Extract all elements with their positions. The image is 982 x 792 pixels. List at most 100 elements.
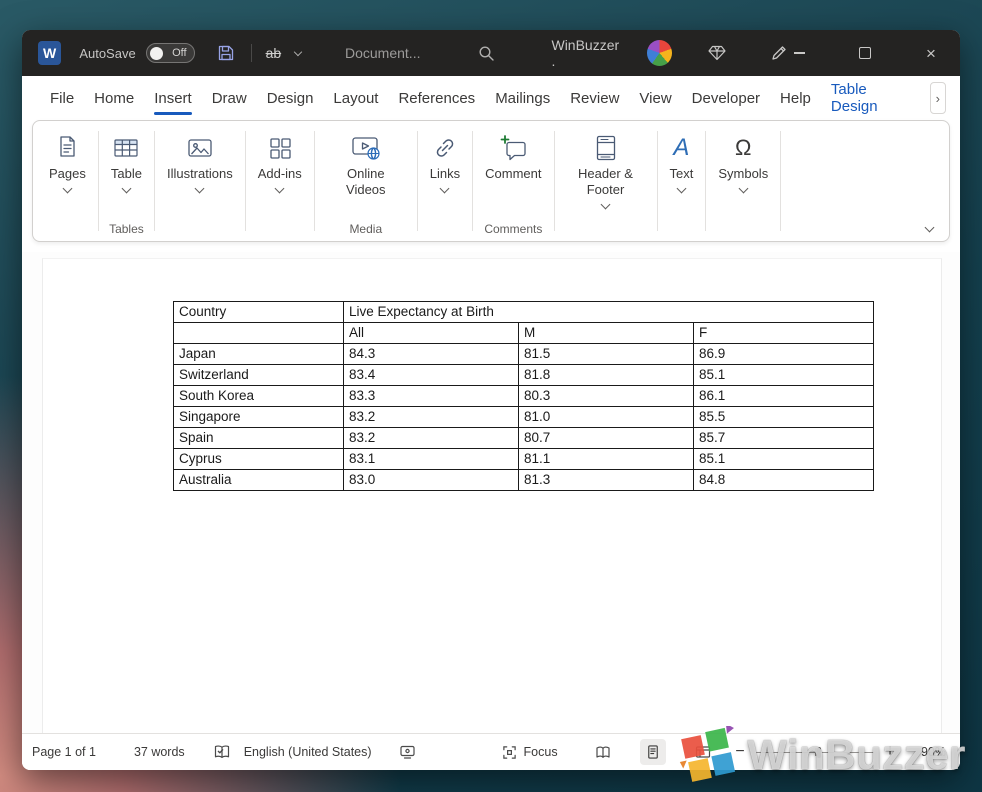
read-mode-button[interactable] <box>590 739 616 765</box>
record-macro-icon[interactable] <box>399 744 416 760</box>
tab-draw[interactable]: Draw <box>202 76 257 120</box>
tab-review[interactable]: Review <box>560 76 629 120</box>
premium-diamond-icon[interactable] <box>708 45 726 61</box>
table-cell[interactable]: 83.3 <box>344 386 519 407</box>
zoom-slider-handle[interactable] <box>817 747 821 758</box>
title-bar: W AutoSave Off ab Document... WinBuzzer … <box>22 30 960 76</box>
tab-home[interactable]: Home <box>84 76 144 120</box>
table-cell[interactable]: 85.1 <box>694 365 874 386</box>
table-cell[interactable]: Country <box>174 302 344 323</box>
table-cell[interactable]: 83.2 <box>344 407 519 428</box>
table-cell[interactable]: Singapore <box>174 407 344 428</box>
minimize-button[interactable] <box>788 42 810 64</box>
links-button[interactable]: Links <box>425 127 465 195</box>
pages-button[interactable]: Pages <box>44 127 91 195</box>
save-icon[interactable] <box>217 44 235 62</box>
online-videos-button[interactable]: Online Videos <box>322 127 410 201</box>
language-indicator[interactable]: English (United States) <box>244 745 372 759</box>
tab-layout[interactable]: Layout <box>323 76 388 120</box>
ribbon-panel: Pages <box>32 120 950 242</box>
table-cell[interactable]: 83.0 <box>344 470 519 491</box>
focus-button[interactable]: Focus <box>502 745 558 760</box>
page-indicator[interactable]: Page 1 of 1 <box>32 745 96 759</box>
proofing-icon[interactable] <box>213 744 231 760</box>
tab-mailings[interactable]: Mailings <box>485 76 560 120</box>
table-cell[interactable]: 80.3 <box>519 386 694 407</box>
table-cell[interactable]: 85.7 <box>694 428 874 449</box>
table-cell[interactable]: 83.1 <box>344 449 519 470</box>
table-cell[interactable]: Cyprus <box>174 449 344 470</box>
text-button[interactable]: A Text <box>665 127 699 195</box>
tab-table-design[interactable]: Table Design <box>821 76 920 120</box>
tab-file[interactable]: File <box>40 76 84 120</box>
table-cell[interactable]: All <box>344 323 519 344</box>
table-cell[interactable]: F <box>694 323 874 344</box>
illustrations-button[interactable]: Illustrations <box>162 127 238 195</box>
pen-icon[interactable] <box>770 44 788 62</box>
table-cell[interactable]: 81.5 <box>519 344 694 365</box>
chevron-down-icon[interactable] <box>294 47 302 55</box>
table-cell[interactable]: Japan <box>174 344 344 365</box>
document-title[interactable]: Document... <box>345 45 420 61</box>
table-cell[interactable]: Live Expectancy at Birth <box>344 302 874 323</box>
web-layout-button[interactable] <box>690 739 716 765</box>
add-ins-button[interactable]: Add-ins <box>253 127 307 195</box>
table-button[interactable]: Table <box>106 127 147 195</box>
table-cell[interactable]: 86.9 <box>694 344 874 365</box>
maximize-button[interactable] <box>854 42 876 64</box>
comment-button[interactable]: Comment <box>480 127 546 185</box>
table-cell[interactable]: 84.8 <box>694 470 874 491</box>
table-cell[interactable]: Spain <box>174 428 344 449</box>
table-cell[interactable]: Switzerland <box>174 365 344 386</box>
search-icon[interactable] <box>478 45 495 62</box>
table-cell[interactable]: 83.4 <box>344 365 519 386</box>
tab-help[interactable]: Help <box>770 76 821 120</box>
table-cell[interactable]: 81.1 <box>519 449 694 470</box>
qat-separator <box>251 44 252 62</box>
group-text: A Text <box>658 125 706 241</box>
word-count[interactable]: 37 words <box>134 745 185 759</box>
tab-design[interactable]: Design <box>257 76 324 120</box>
table-cell[interactable]: 81.8 <box>519 365 694 386</box>
zoom-out-button[interactable]: − <box>732 743 748 761</box>
zoom-in-button[interactable]: + <box>882 743 898 761</box>
close-button[interactable]: × <box>920 42 942 64</box>
autosave-toggle[interactable]: Off <box>146 43 195 63</box>
table-cell[interactable]: 85.1 <box>694 449 874 470</box>
print-layout-button[interactable] <box>640 739 666 765</box>
table-cell[interactable]: South Korea <box>174 386 344 407</box>
collapse-ribbon-button[interactable] <box>925 223 935 233</box>
header-footer-button[interactable]: Header & Footer <box>562 127 650 211</box>
account-name[interactable]: WinBuzzer . <box>551 37 624 69</box>
tab-references[interactable]: References <box>388 76 485 120</box>
table-cell[interactable]: 80.7 <box>519 428 694 449</box>
group-tables: Table Tables <box>99 125 154 241</box>
tab-developer[interactable]: Developer <box>682 76 770 120</box>
table-cell[interactable]: 85.5 <box>694 407 874 428</box>
group-label-media: Media <box>315 222 417 236</box>
zoom-slider[interactable] <box>756 745 874 759</box>
table-cell[interactable]: Australia <box>174 470 344 491</box>
zoom-level[interactable]: 90% <box>912 745 946 759</box>
table-cell[interactable]: 86.1 <box>694 386 874 407</box>
status-bar: Page 1 of 1 37 words English (United Sta… <box>22 733 960 770</box>
table-cell[interactable]: 81.3 <box>519 470 694 491</box>
table-row: South Korea 83.3 80.3 86.1 <box>174 386 874 407</box>
group-separator <box>780 131 781 231</box>
document-page[interactable]: Country Live Expectancy at Birth All M F… <box>42 258 942 733</box>
strikethrough-icon[interactable]: ab <box>266 45 282 61</box>
document-area[interactable]: Country Live Expectancy at Birth All M F… <box>22 252 960 733</box>
avatar[interactable] <box>647 40 672 66</box>
tab-insert[interactable]: Insert <box>144 76 202 120</box>
pages-icon <box>54 130 80 166</box>
table-cell[interactable]: 81.0 <box>519 407 694 428</box>
table-cell[interactable]: 83.2 <box>344 428 519 449</box>
table-cell[interactable]: M <box>519 323 694 344</box>
table-cell[interactable]: 84.3 <box>344 344 519 365</box>
symbols-button[interactable]: Ω Symbols <box>713 127 773 195</box>
focus-icon <box>502 745 517 760</box>
tab-view[interactable]: View <box>629 76 681 120</box>
word-app-icon[interactable]: W <box>38 41 61 65</box>
table-cell[interactable] <box>174 323 344 344</box>
ribbon-overflow-button[interactable]: › <box>930 82 947 114</box>
